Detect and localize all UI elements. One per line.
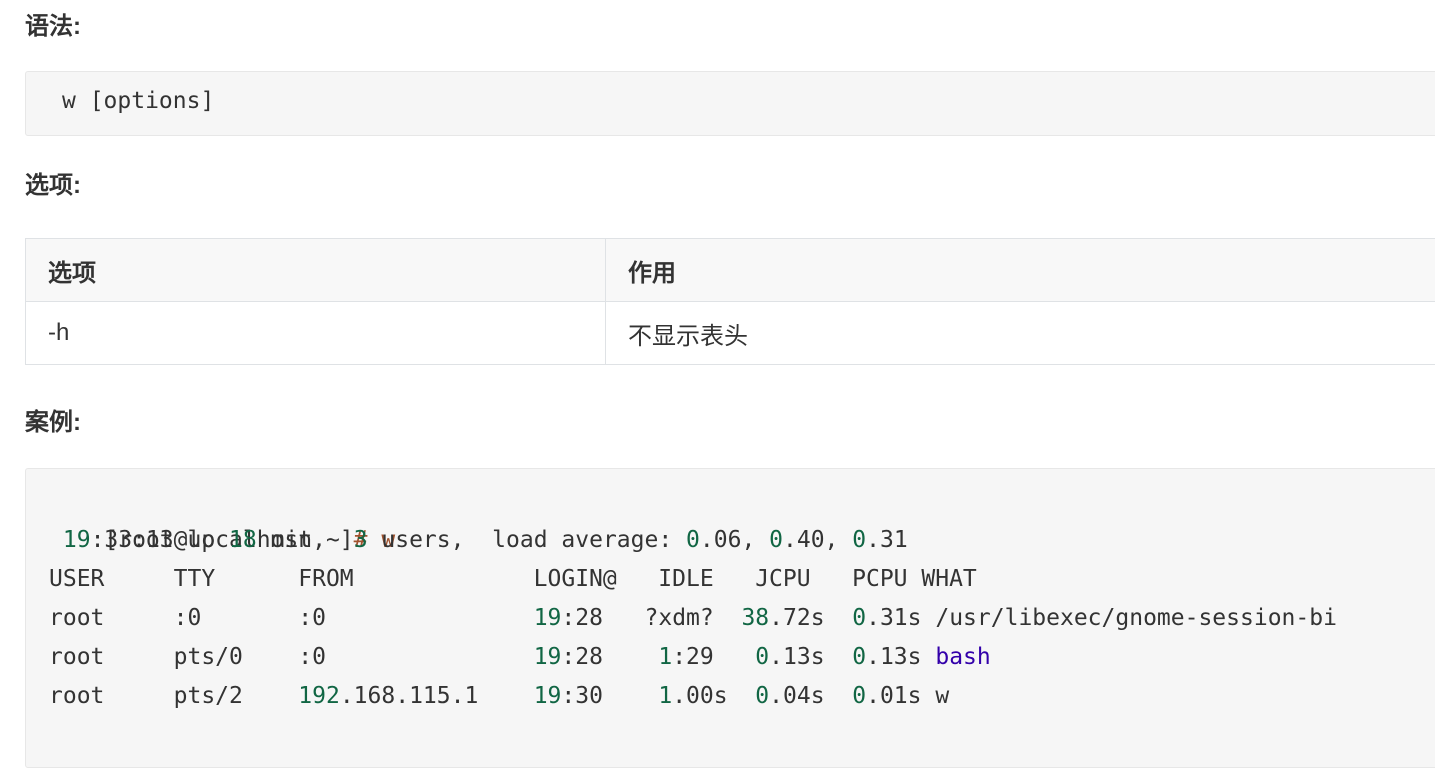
table-cell-effect: 不显示表头 bbox=[605, 301, 1435, 365]
syntax-code: w [options] bbox=[62, 88, 215, 114]
row-from-rest: .168.115.1 bbox=[339, 683, 479, 709]
row-login-min: :28 bbox=[561, 644, 603, 670]
syntax-code-block: w [options] bbox=[25, 71, 1435, 136]
row-what: w bbox=[935, 683, 950, 709]
row-pcpu-frac: .01s bbox=[866, 683, 922, 709]
w-header-line: USER TTY FROM LOGIN@ IDLE JCPU PCPU WHAT bbox=[49, 566, 977, 592]
row-idle-int: 1 bbox=[658, 683, 673, 709]
uptime-users-text: users, load average: bbox=[367, 527, 687, 553]
row-jcpu-int: 0 bbox=[755, 683, 770, 709]
load1-int: 0 bbox=[686, 527, 700, 553]
row-idle-rest: :29 bbox=[672, 644, 714, 670]
row-from-int: 192 bbox=[298, 683, 340, 709]
w-row: root pts/2 192.168.115.1 19:30 1.00s 0.0… bbox=[49, 677, 949, 716]
row-from: :0 bbox=[298, 605, 326, 631]
example-code-block: [root@localhost ~]# w 19:33:13 up 18 min… bbox=[25, 468, 1435, 768]
options-table: 选项 作用 -h 不显示表头 bbox=[25, 238, 1435, 365]
load1-frac: .06, bbox=[699, 527, 770, 553]
uptime-hour: 19 bbox=[62, 527, 91, 553]
load2-frac: .40, bbox=[783, 527, 853, 553]
row-tty: :0 bbox=[173, 605, 202, 631]
row-pcpu-frac: .31s bbox=[866, 605, 922, 631]
row-jcpu-frac: .13s bbox=[769, 644, 825, 670]
load2-int: 0 bbox=[769, 527, 784, 553]
row-tty: pts/2 bbox=[173, 683, 243, 709]
load3-int: 0 bbox=[852, 527, 867, 553]
row-login-min: :28 bbox=[561, 605, 603, 631]
table-header-effect: 作用 bbox=[605, 238, 1435, 302]
options-heading: 选项: bbox=[25, 172, 81, 199]
row-idle: ?xdm? bbox=[644, 605, 714, 631]
row-jcpu-frac: .72s bbox=[769, 605, 825, 631]
row-user: root bbox=[49, 644, 105, 670]
w-row: root pts/0 :0 19:28 1:29 0.13s 0.13s bas… bbox=[49, 638, 991, 677]
row-tty: pts/0 bbox=[173, 644, 243, 670]
row-login-hour: 19 bbox=[533, 644, 562, 670]
uptime-line: 19:33:13 up 18 min, 3 users, load averag… bbox=[49, 521, 908, 560]
row-login-min: :30 bbox=[561, 683, 603, 709]
row-pcpu-int: 0 bbox=[852, 644, 867, 670]
w-row: root :0 :0 19:28 ?xdm? 38.72s 0.31s /usr… bbox=[49, 599, 1337, 638]
table-header-row: 选项 作用 bbox=[25, 238, 1435, 302]
uptime-min-text: min, bbox=[256, 527, 354, 553]
row-jcpu-frac: .04s bbox=[769, 683, 825, 709]
row-login-hour: 19 bbox=[533, 605, 562, 631]
uptime-rest: :33:13 up bbox=[90, 527, 230, 553]
uptime-minutes: 18 bbox=[229, 527, 257, 553]
load3-frac: .31 bbox=[866, 527, 908, 553]
row-pcpu-int: 0 bbox=[852, 605, 867, 631]
syntax-heading: 语法: bbox=[25, 13, 81, 40]
row-login-hour: 19 bbox=[533, 683, 562, 709]
row-user: root bbox=[49, 605, 105, 631]
row-jcpu-int: 38 bbox=[741, 605, 770, 631]
uptime-users: 3 bbox=[353, 527, 368, 553]
row-from: :0 bbox=[298, 644, 326, 670]
row-what: /usr/libexec/gnome-session-bi bbox=[935, 605, 1337, 631]
table-cell-option: -h bbox=[25, 301, 606, 365]
prompt-line: [root@localhost ~]# w bbox=[49, 482, 395, 553]
row-what: bash bbox=[935, 644, 991, 670]
row-user: root bbox=[49, 683, 105, 709]
row-jcpu-int: 0 bbox=[755, 644, 770, 670]
row-pcpu-frac: .13s bbox=[866, 644, 922, 670]
row-idle-int: 1 bbox=[658, 644, 673, 670]
row-idle-rest: .00s bbox=[672, 683, 728, 709]
table-row: -h 不显示表头 bbox=[25, 301, 1435, 365]
table-header-option: 选项 bbox=[25, 238, 606, 302]
example-heading: 案例: bbox=[25, 409, 81, 436]
row-pcpu-int: 0 bbox=[852, 683, 867, 709]
